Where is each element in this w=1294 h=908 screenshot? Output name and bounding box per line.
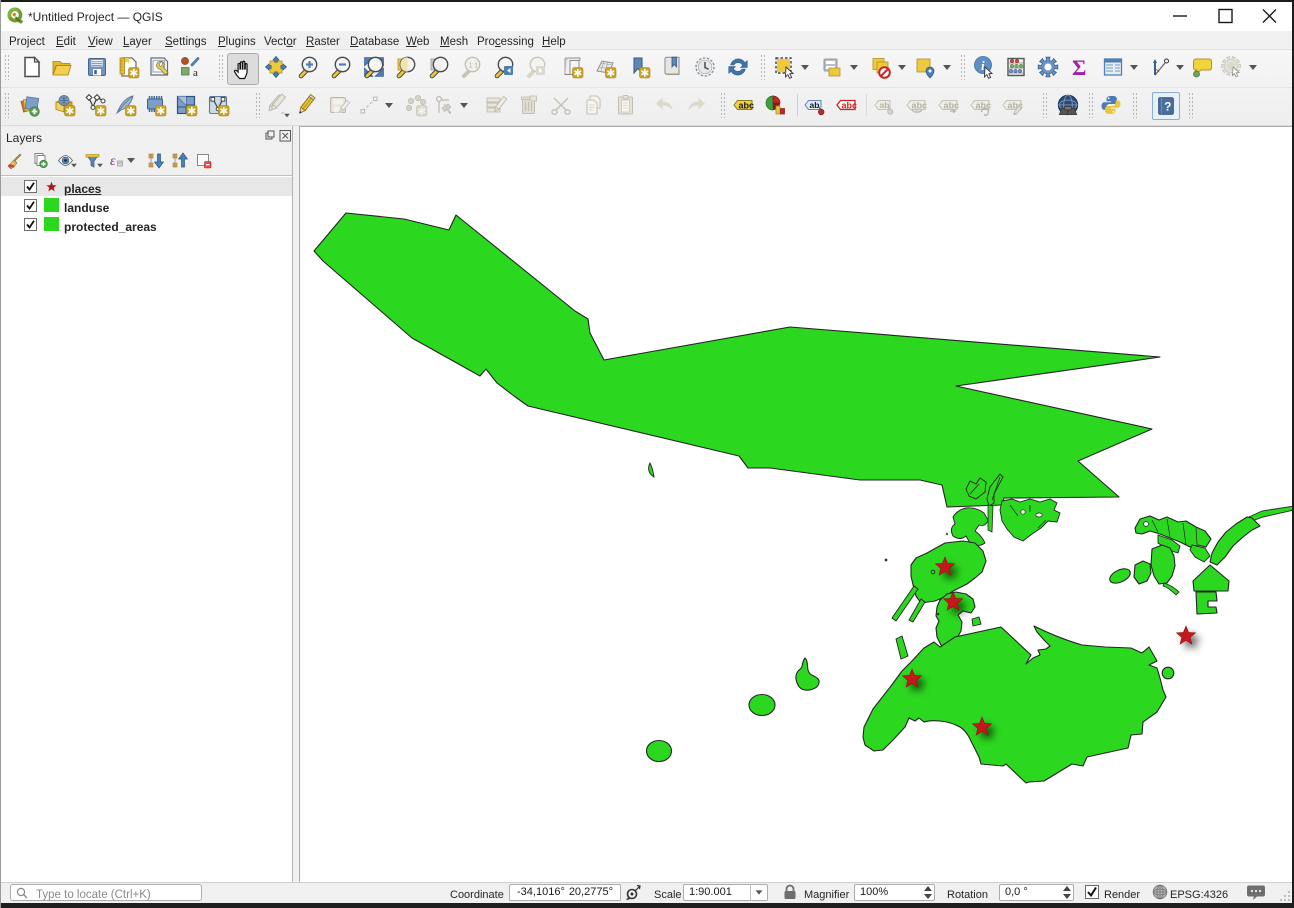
svg-text:ε: ε [110,154,116,169]
svg-text:Σ: Σ [1072,55,1086,79]
svg-text:ab: ab [880,100,890,110]
svg-text:abc: abc [912,101,928,111]
svg-text:abc: abc [739,101,755,111]
svg-text:a: a [193,67,198,79]
svg-text:abc: abc [842,101,858,111]
svg-text:ab: ab [810,100,820,110]
svg-text:1:1: 1:1 [469,63,479,70]
svg-text:?: ? [1164,100,1171,114]
svg-text:abc: abc [944,101,960,111]
